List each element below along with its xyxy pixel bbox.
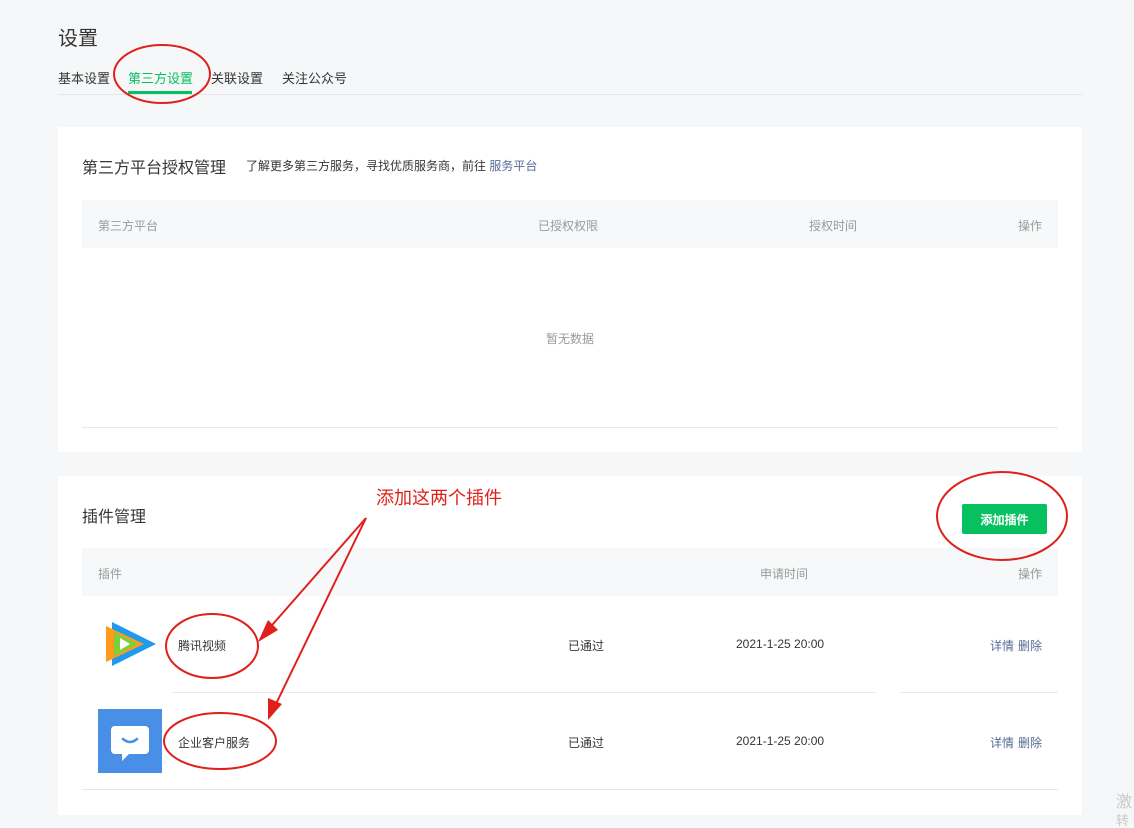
card-description: 了解更多第三方服务，寻找优质服务商，前往 服务平台	[246, 157, 537, 174]
column-header-plugin: 插件	[98, 567, 123, 581]
annotation-text: 添加这两个插件	[376, 488, 502, 508]
table-header: 第三方平台 已授权权限 授权时间 操作	[82, 200, 1058, 248]
page-title: 设置	[58, 28, 98, 50]
table-bottom-divider	[82, 427, 1058, 428]
tab-follow-official-account[interactable]: 关注公众号	[282, 68, 347, 87]
tab-third-party-settings[interactable]: 第三方设置	[128, 68, 193, 87]
table-bottom-divider	[82, 789, 1058, 790]
tab-bar: 基本设置 第三方设置 关联设置 关注公众号	[58, 62, 1082, 95]
tencent-video-logo-icon	[106, 622, 156, 666]
plugin-name: 腾讯视频	[178, 639, 227, 653]
apply-time: 2021-1-25 20:00	[736, 637, 825, 651]
apply-time: 2021-1-25 20:00	[736, 734, 825, 748]
plugin-management-card: 插件管理 添加插件 插件 申请时间 操作 腾讯视频 已通过 2021-1-25 …	[58, 476, 1082, 815]
card-title: 第三方平台授权管理	[82, 160, 227, 177]
delete-link[interactable]: 删除	[1018, 734, 1042, 751]
column-header-platform: 第三方平台	[98, 219, 159, 233]
status-text: 已通过	[568, 736, 605, 750]
table-row: 腾讯视频 已通过 2021-1-25 20:00 详情 删除	[82, 596, 1058, 693]
column-header-apply-time: 申请时间	[760, 567, 809, 581]
edge-clipped-text: 激	[1116, 794, 1133, 811]
table-header: 插件 申请时间 操作	[82, 548, 1058, 596]
add-plugin-button[interactable]: 添加插件	[962, 504, 1047, 534]
active-tab-indicator	[128, 91, 192, 94]
plugin-name: 企业客户服务	[178, 736, 251, 750]
service-platform-link[interactable]: 服务平台	[489, 159, 537, 173]
status-text: 已通过	[568, 639, 605, 653]
detail-link[interactable]: 详情	[990, 637, 1014, 654]
delete-link[interactable]: 删除	[1018, 637, 1042, 654]
detail-link[interactable]: 详情	[990, 734, 1014, 751]
third-party-auth-card: 第三方平台授权管理 了解更多第三方服务，寻找优质服务商，前往 服务平台 第三方平…	[58, 127, 1082, 452]
tab-basic-settings[interactable]: 基本设置	[58, 68, 110, 87]
column-header-permissions: 已授权权限	[538, 219, 599, 233]
empty-state-text: 暂无数据	[545, 332, 594, 346]
card-title: 插件管理	[82, 509, 147, 526]
edge-clipped-text: 转	[1116, 813, 1130, 828]
column-header-actions: 操作	[1018, 567, 1043, 581]
enterprise-service-logo-icon	[98, 709, 162, 773]
table-row: 企业客户服务 已通过 2021-1-25 20:00 详情 删除	[82, 693, 1058, 790]
column-header-actions: 操作	[1018, 219, 1043, 233]
tab-linked-settings[interactable]: 关联设置	[211, 68, 263, 87]
column-header-auth-time: 授权时间	[809, 219, 858, 233]
description-text: 了解更多第三方服务，寻找优质服务商，前往	[246, 159, 487, 173]
